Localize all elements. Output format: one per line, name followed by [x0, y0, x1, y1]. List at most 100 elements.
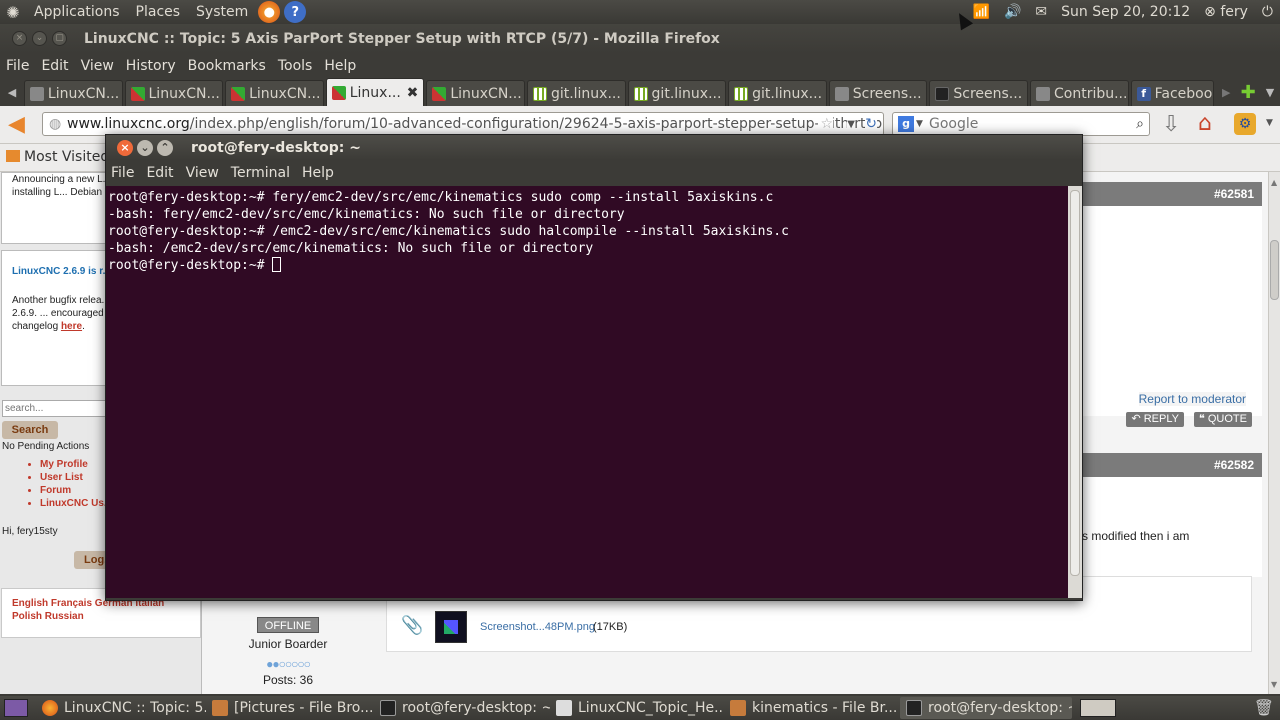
task-terminal-2[interactable]: root@fery-desktop: ~	[900, 697, 1072, 719]
tab-scroll-left-icon[interactable]: ◀	[0, 86, 24, 99]
mail-icon[interactable]: ✉	[1028, 0, 1054, 24]
tab-linuxcnc-active[interactable]: Linux... ✖	[325, 78, 425, 106]
url-bar[interactable]: ◍ www.linuxcnc.org/index.php/english/for…	[42, 112, 884, 136]
new-tab-icon[interactable]: ✚	[1236, 82, 1260, 103]
help-icon[interactable]: ?	[284, 1, 307, 23]
places-menu[interactable]: Places	[128, 0, 189, 24]
post-body-62581	[1082, 206, 1262, 416]
terminal-titlebar[interactable]: × ⌄ ⌃ root@fery-desktop: ~	[106, 135, 1082, 160]
terminal-maximize-button[interactable]: ⌃	[157, 139, 173, 156]
tab-linuxcnc-1[interactable]: LinuxCN...	[23, 80, 123, 106]
search-bar[interactable]: g ▼ Google ⌕	[892, 112, 1150, 136]
applications-menu[interactable]: Applications	[26, 0, 128, 24]
tab-facebook[interactable]: f Faceboo	[1130, 80, 1215, 106]
bookmark-star-icon[interactable]: ☆	[818, 116, 833, 132]
report-to-moderator-link[interactable]: Report to moderator	[1138, 392, 1246, 406]
show-desktop-icon[interactable]	[4, 699, 28, 717]
menu-view[interactable]: View	[75, 58, 120, 74]
terminal-minimize-button[interactable]: ⌄	[137, 139, 153, 156]
home-icon[interactable]: ⌂	[1198, 111, 1212, 136]
terminal-scrollbar-thumb[interactable]	[1070, 190, 1080, 576]
task-firefox[interactable]: LinuxCNC :: Topic: 5...	[36, 697, 206, 719]
quote-button[interactable]: ❝ QUOTE	[1193, 412, 1252, 427]
terminal-menu-edit[interactable]: Edit	[140, 165, 179, 181]
task-pictures[interactable]: [Pictures - File Bro...	[206, 697, 374, 719]
tab-git-3[interactable]: git.linux...	[728, 80, 827, 106]
terminal-menu-help[interactable]: Help	[296, 165, 340, 181]
trash-icon[interactable]: 🗑	[1254, 698, 1274, 717]
terminal-close-button[interactable]: ×	[117, 139, 133, 156]
tab-close-icon[interactable]: ✖	[407, 85, 419, 101]
menu-bookmarks[interactable]: Bookmarks	[182, 58, 272, 74]
menu-tools[interactable]: Tools	[272, 58, 319, 74]
scroll-up-icon[interactable]: ▲	[1271, 178, 1277, 187]
task-label: kinematics - File Br...	[752, 700, 898, 716]
scrollbar-thumb[interactable]	[1270, 240, 1279, 300]
tab-git-1[interactable]: git.linux...	[526, 80, 626, 106]
search-icon[interactable]: ⌕	[1136, 116, 1144, 132]
reload-icon[interactable]: ↻	[865, 116, 877, 132]
task-terminal-1[interactable]: root@fery-desktop: ~	[374, 697, 550, 719]
post-id[interactable]: #62582	[1214, 458, 1254, 472]
tab-label: Linux...	[349, 84, 401, 101]
url-dropdown-icon[interactable]: ▼	[847, 118, 855, 130]
git-icon	[532, 86, 547, 101]
user-menu[interactable]: ⊗ fery	[1197, 0, 1255, 24]
task-linuxcnc-topic[interactable]: LinuxCNC_Topic_He...	[550, 697, 724, 719]
tab-linuxcnc-2[interactable]: LinuxCN...	[124, 80, 224, 106]
tab-linuxcnc-3[interactable]: LinuxCN...	[225, 80, 324, 106]
tab-git-2[interactable]: git.linux...	[627, 80, 727, 106]
most-visited-bookmark[interactable]: Most Visited	[6, 149, 109, 165]
addon-menu-icon[interactable]: ▼	[1266, 118, 1273, 128]
ubuntu-logo-icon[interactable]: ✺	[2, 1, 24, 23]
firefox-minimize-button[interactable]: ⌄	[32, 31, 47, 46]
sidebar-search-input[interactable]	[2, 400, 112, 417]
reply-button[interactable]: ↶ REPLY	[1126, 412, 1184, 427]
attachment-link[interactable]: Screenshot...48PM.png	[480, 621, 595, 633]
menu-help[interactable]: Help	[318, 58, 362, 74]
tab-contribu[interactable]: Contribu...	[1029, 80, 1129, 106]
terminal-menu-view[interactable]: View	[180, 165, 225, 181]
tab-scroll-right-icon[interactable]: ▶	[1216, 86, 1236, 99]
system-menu[interactable]: System	[188, 0, 256, 24]
document-icon	[556, 700, 572, 716]
thumbnail-image-icon	[444, 620, 458, 634]
terminal-line: root@fery-desktop:~# /emc2-dev/src/emc/k…	[108, 224, 789, 239]
post-text: s modified then i am	[1082, 529, 1190, 543]
menu-file[interactable]: File	[0, 58, 35, 74]
firefox-menubar: File Edit View History Bookmarks Tools H…	[0, 53, 1280, 78]
power-icon[interactable]: ⏻	[1255, 0, 1280, 24]
back-icon[interactable]: ◀	[8, 112, 25, 137]
addon-icon[interactable]: ⚙	[1234, 113, 1256, 135]
firefox-launcher-icon[interactable]: ●	[258, 1, 281, 23]
news-link[interactable]: here	[61, 321, 82, 332]
menu-edit[interactable]: Edit	[35, 58, 74, 74]
git-icon	[734, 86, 749, 101]
scroll-down-icon[interactable]: ▼	[1271, 680, 1277, 689]
tab-list-icon[interactable]: ▼	[1260, 86, 1280, 99]
tab-screens-2[interactable]: Screens...	[929, 80, 1028, 106]
terminal-menu-terminal[interactable]: Terminal	[225, 165, 296, 181]
engine-dropdown-icon[interactable]: ▼	[916, 119, 923, 129]
downloads-icon[interactable]: ⇩	[1162, 112, 1180, 137]
workspace-switcher[interactable]	[1080, 699, 1116, 717]
clock[interactable]: Sun Sep 20, 20:12	[1054, 0, 1197, 24]
firefox-maximize-button[interactable]: ▢	[52, 31, 67, 46]
menu-history[interactable]: History	[120, 58, 182, 74]
sidebar-search-button[interactable]: Search	[2, 421, 58, 439]
attachment-thumbnail[interactable]	[435, 611, 467, 643]
page-scrollbar[interactable]: ▲ ▼	[1268, 172, 1280, 694]
terminal-window: × ⌄ ⌃ root@fery-desktop: ~ File Edit Vie…	[105, 134, 1083, 601]
firefox-close-button[interactable]: ×	[12, 31, 27, 46]
language-links[interactable]: English Français German Italian Polish R…	[12, 598, 164, 622]
tab-screens-1[interactable]: Screens...	[828, 80, 928, 106]
terminal-menu-file[interactable]: File	[106, 165, 140, 181]
terminal-scrollbar[interactable]	[1068, 186, 1082, 598]
tab-label: LinuxCN...	[249, 85, 321, 102]
tab-linuxcnc-5[interactable]: LinuxCN...	[426, 80, 525, 106]
google-engine-icon[interactable]: g	[898, 116, 914, 132]
terminal-output[interactable]: root@fery-desktop:~# fery/emc2-dev/src/e…	[106, 186, 1068, 598]
post-id[interactable]: #62581	[1214, 187, 1254, 201]
volume-icon[interactable]: 🔊	[997, 0, 1028, 24]
task-kinematics[interactable]: kinematics - File Br...	[724, 697, 900, 719]
